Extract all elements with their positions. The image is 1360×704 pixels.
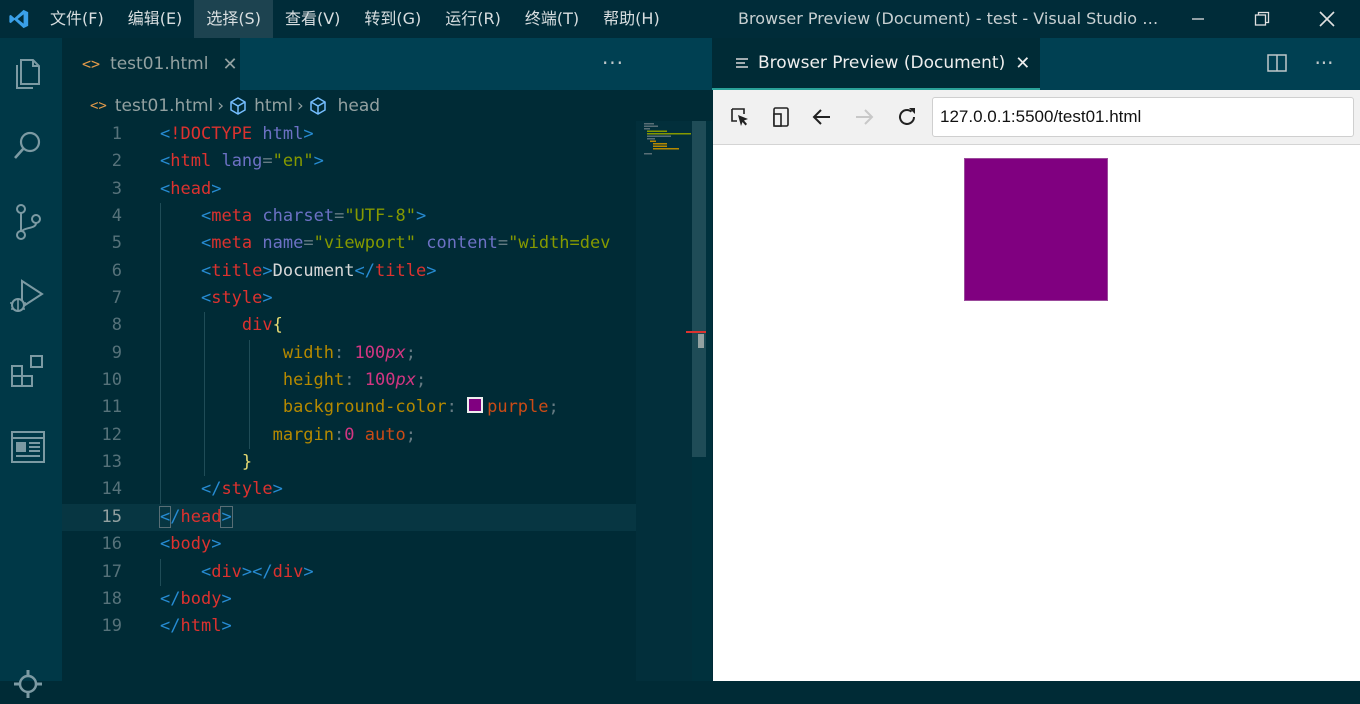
run-debug-icon[interactable] [8,276,48,316]
vscode-logo-icon [0,0,38,38]
code-line: 13 } [62,449,636,477]
window-title: Browser Preview (Document) - test - Visu… [738,9,1168,28]
close-window-button[interactable] [1295,0,1359,38]
minimap-preview [644,123,691,155]
code-line: 10 height: 100px; [62,367,636,395]
code-line: 9 width: 100px; [62,339,636,368]
more-actions-icon[interactable]: ··· [598,38,628,90]
scrollbar-thumb[interactable] [692,121,706,457]
scroll-position-marker [686,331,706,333]
menu-edit[interactable]: 编辑(E) [116,0,195,38]
breadcrumb-file[interactable]: <> test01.html [90,96,213,116]
code-line: 8 div{ [62,312,636,340]
code-line: 4 <meta charset="UTF-8"> [62,203,636,231]
extensions-icon[interactable] [8,351,48,391]
close-icon [1319,11,1335,27]
breadcrumb-head[interactable]: head [308,96,380,116]
menu-file[interactable]: 文件(F) [38,0,116,38]
color-swatch[interactable] [467,397,484,414]
back-button[interactable] [809,104,835,130]
reload-icon [899,108,915,125]
reload-button[interactable] [894,104,920,130]
tab-test01-html[interactable]: <> test01.html ✕ [62,38,240,90]
code-line: 1 <!DOCTYPE html> [111,124,314,144]
activity-bar [0,38,62,698]
code-line: 18 </body> [101,588,232,609]
preview-icon [736,58,748,68]
menu-view[interactable]: 查看(V) [273,0,352,38]
symbol-element-icon [309,97,326,115]
arrow-left-icon [812,109,830,125]
code-line: 17 <div></div> [62,558,636,586]
tab-label: Browser Preview (Document) [758,53,1006,73]
menu-run[interactable]: 运行(R) [433,0,513,38]
preview-tab-bar: Browser Preview (Document) ✕ ··· [712,38,1360,90]
menu-selection[interactable]: 选择(S) [194,0,273,38]
tab-close-icon[interactable]: ✕ [222,54,237,75]
restore-icon [1254,11,1270,26]
code-line: 12 margin:0 auto; [62,421,636,450]
code-line-current: 15 </head> [62,503,636,532]
code-line: 19 </html> [101,616,232,637]
tab-label: test01.html [110,54,209,74]
url-input[interactable]: 127.0.0.1:5500/test01.html [932,97,1354,137]
minimap[interactable] [636,121,692,681]
code-line: 6 <title>Document</title> [62,257,636,286]
arrow-right-icon [856,109,874,125]
restore-button[interactable] [1230,0,1294,38]
settings-gear-icon[interactable] [8,664,48,704]
inspect-element-button[interactable] [727,104,753,130]
menu-bar: 文件(F) 编辑(E) 选择(S) 查看(V) 转到(G) 运行(R) 终端(T… [38,0,672,38]
code-line: 2 <html lang="en"> [111,151,324,172]
menu-help[interactable]: 帮助(H) [591,0,672,38]
code-line: 14 </style> [62,476,636,504]
device-toggle-icon [773,107,789,127]
tab-close-icon[interactable]: ✕ [1015,53,1030,74]
scroll-cursor-marker [698,334,704,348]
editor-scrollbar[interactable] [686,121,712,681]
code-line: 3 <head> [111,178,222,199]
breadcrumb-html[interactable]: html [228,96,293,116]
symbol-element-icon [230,97,246,115]
html-file-icon: <> [90,98,107,114]
breadcrumb: <> test01.html › html › head [62,91,712,121]
tab-browser-preview[interactable]: Browser Preview (Document) ✕ [712,38,1040,90]
inspect-cursor-icon [731,108,748,126]
code-line: 5 <meta name="viewport" content="width=d… [62,230,636,258]
title-bar: 文件(F) 编辑(E) 选择(S) 查看(V) 转到(G) 运行(R) 终端(T… [0,0,1360,38]
forward-button[interactable] [851,104,877,130]
menu-go[interactable]: 转到(G) [352,0,433,38]
source-control-icon[interactable] [8,202,48,242]
menu-terminal[interactable]: 终端(T) [513,0,591,38]
minimize-button[interactable] [1166,0,1230,38]
chevron-right-icon: › [217,96,225,116]
split-editor-icon[interactable] [1266,52,1290,76]
html-file-icon: <> [82,55,101,73]
chevron-right-icon: › [296,96,304,116]
code-editor[interactable]: 1 <!DOCTYPE html> 2 <html lang="en"> 3 <hea… [62,121,636,681]
minimize-icon [1192,18,1204,20]
search-icon[interactable] [8,126,48,166]
rendered-purple-div [964,158,1108,301]
browser-preview: 127.0.0.1:5500/test01.html [713,90,1360,681]
code-line: 16 <body> [101,534,222,555]
code-line: 7 <style> [62,285,636,313]
explorer-icon[interactable] [8,52,48,92]
browser-toolbar: 127.0.0.1:5500/test01.html [713,90,1360,145]
device-emulation-button[interactable] [768,104,794,130]
browser-preview-icon[interactable] [8,427,48,467]
code-line: 11 background-color: purple; [62,394,636,422]
more-actions-icon[interactable]: ··· [1310,38,1338,90]
